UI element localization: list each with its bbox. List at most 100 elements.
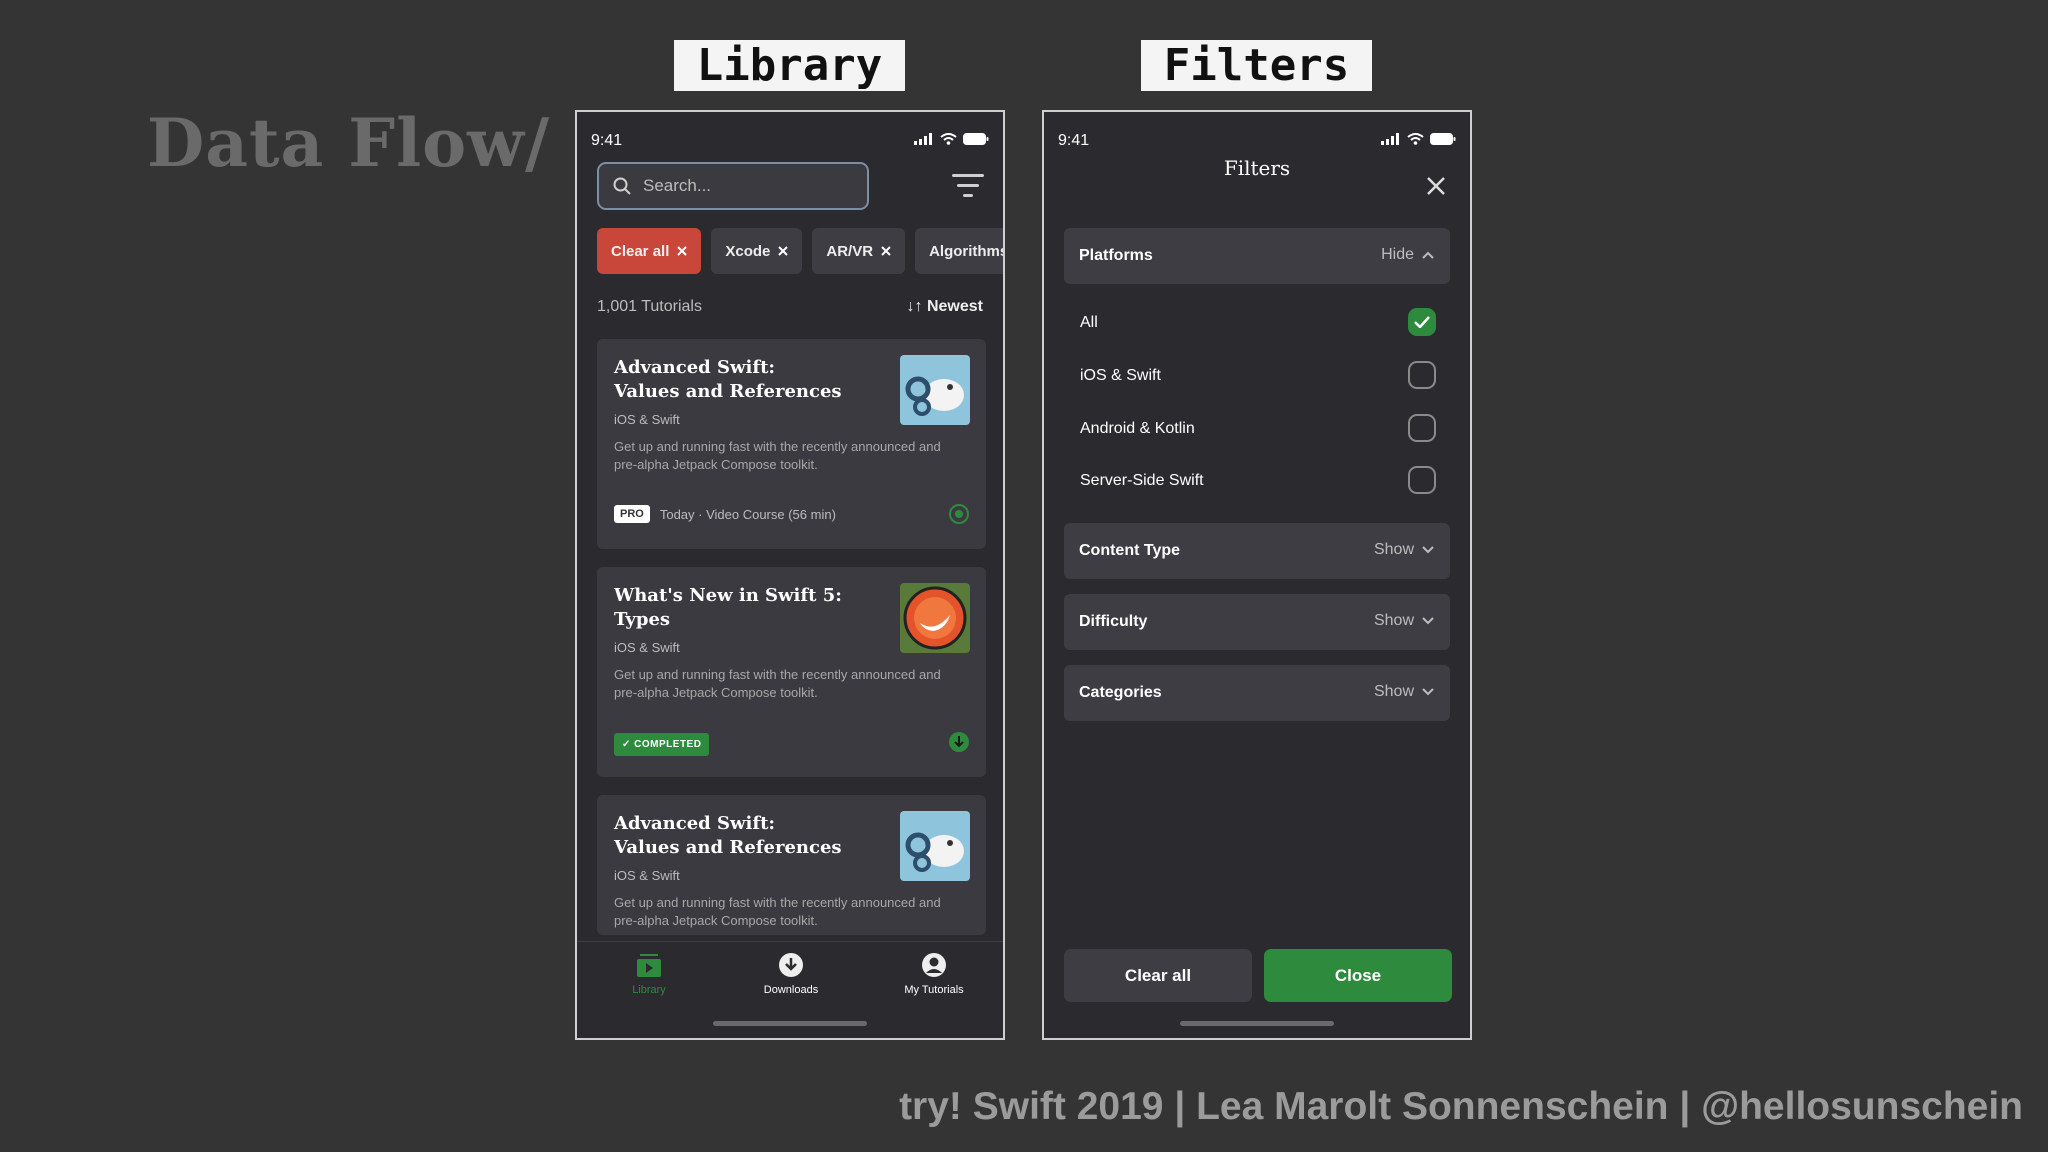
slide-title: Data Flow/ [147,104,551,182]
close-icon [778,246,789,256]
library-icon [637,954,661,977]
chip-label: Algorithms [929,242,1005,260]
toggle-label: Hide [1381,246,1414,263]
tab-label: Library [632,984,666,996]
option-label: Android & Kotlin [1080,420,1195,437]
section-toggle[interactable]: Hide [1381,246,1434,264]
toggle-label: Show [1373,541,1414,558]
pro-badge: PRO [614,505,650,523]
download-icon [779,953,803,977]
filter-chips: Clear all Xcode AR/VR Algorithms [597,228,1005,274]
signal-icon [1381,133,1399,145]
checkbox[interactable] [1408,466,1436,494]
battery-icon [1430,133,1456,145]
section-toggle[interactable]: Show [1374,612,1434,630]
chip-label: AR/VR [826,242,874,260]
filter-icon[interactable] [952,174,984,198]
section-difficulty[interactable]: Difficulty Show [1064,594,1450,650]
option-server-side-swift[interactable]: Server-Side Swift [1080,466,1436,496]
section-name: Categories [1079,684,1162,701]
section-categories[interactable]: Categories Show [1064,665,1450,721]
section-name: Content Type [1079,542,1181,559]
option-all[interactable]: All [1080,308,1436,338]
home-indicator [713,1021,867,1026]
status-time: 9:41 [591,132,623,149]
chip-algorithms[interactable]: Algorithms [915,228,1005,274]
wifi-icon [940,133,957,145]
option-label: iOS & Swift [1080,367,1161,384]
close-icon [677,246,688,256]
card-description: Get up and running fast with the recentl… [614,667,941,700]
library-label: Library [674,40,905,91]
clear-all-button[interactable]: Clear all [1064,949,1252,1002]
card-description: Get up and running fast with the recentl… [614,439,941,472]
chip-clear-all[interactable]: Clear all [597,228,702,274]
sort-button[interactable]: ↓↑ Newest [907,298,983,316]
section-name: Difficulty [1079,613,1148,630]
tab-bar: Library Downloads My Tutorials [577,941,1003,1038]
section-toggle[interactable]: Show [1374,683,1434,701]
card-subtitle: iOS & Swift [614,868,680,883]
chevron-down-icon [1422,546,1434,554]
checkmark-icon [1414,316,1430,328]
seal-gears-artwork-icon [900,355,970,425]
tab-downloads[interactable]: Downloads [736,952,846,996]
section-content-type[interactable]: Content Type Show [1064,523,1450,579]
card-subtitle: iOS & Swift [614,412,680,427]
search-input[interactable] [641,175,845,197]
home-indicator [1180,1021,1334,1026]
close-icon [881,246,891,256]
card-title: Advanced Swift: Values and References [614,813,842,858]
battery-icon [963,133,989,145]
toggle-label: Show [1373,612,1414,629]
card-meta-text: Today · Video Course (56 min) [659,506,836,522]
card-thumbnail [900,811,970,881]
search-field[interactable] [597,162,869,210]
close-icon[interactable] [1426,176,1446,196]
option-label: Server-Side Swift [1080,472,1204,489]
option-android-kotlin[interactable]: Android & Kotlin [1080,414,1436,444]
section-platforms[interactable]: Platforms Hide [1064,228,1450,284]
card-meta: PRO Today · Video Course (56 min) [614,505,836,523]
footer-credit: try! Swift 2019 | Lea Marolt Sonnenschei… [899,1085,2023,1128]
checkbox-checked[interactable] [1408,308,1436,336]
option-ios-swift[interactable]: iOS & Swift [1080,361,1436,391]
tab-my-tutorials[interactable]: My Tutorials [879,952,989,996]
library-phone: 9:41 Clear all Xcode AR/VR Algorithms 1,… [575,110,1005,1040]
progress-icon[interactable] [948,503,970,525]
section-toggle[interactable]: Show [1374,541,1434,559]
tutorial-card[interactable]: What's New in Swift 5: Types iOS & Swift… [597,567,986,777]
chip-xcode[interactable]: Xcode [711,228,803,274]
completed-badge: ✓ COMPLETED [614,733,710,756]
card-description: Get up and running fast with the recentl… [614,895,941,928]
filters-phone: 9:41 Filters Platforms Hide All iOS & Sw… [1042,110,1472,1040]
filters-title: Filters [1223,156,1291,180]
card-title: Advanced Swift: Values and References [614,357,842,402]
filters-label: Filters [1141,40,1372,91]
tutorial-card[interactable]: Advanced Swift: Values and References iO… [597,795,986,935]
sort-label: Newest [926,298,983,315]
status-time: 9:41 [1058,132,1090,149]
status-bar: 9:41 [591,132,989,152]
card-thumbnail [900,583,970,653]
close-button[interactable]: Close [1264,949,1452,1002]
chevron-up-icon [1422,251,1434,259]
chevron-down-icon [1422,688,1434,696]
chip-ar-vr[interactable]: AR/VR [812,228,906,274]
card-subtitle: iOS & Swift [614,640,680,655]
tutorial-count: 1,001 Tutorials [597,298,702,315]
chip-label: Xcode [725,242,771,260]
toggle-label: Show [1373,683,1414,700]
downloaded-icon[interactable] [948,731,970,753]
card-meta: ✓ COMPLETED [614,733,710,756]
status-bar: 9:41 [1058,132,1456,152]
checkbox[interactable] [1408,361,1436,389]
swift-logo-icon [900,583,970,653]
search-icon [613,177,631,195]
checkbox[interactable] [1408,414,1436,442]
tutorial-card[interactable]: Advanced Swift: Values and References iO… [597,339,986,549]
completed-label: COMPLETED [634,739,702,750]
option-label: All [1080,314,1098,331]
tab-library[interactable]: Library [594,952,704,996]
card-title: What's New in Swift 5: Types [614,585,842,630]
